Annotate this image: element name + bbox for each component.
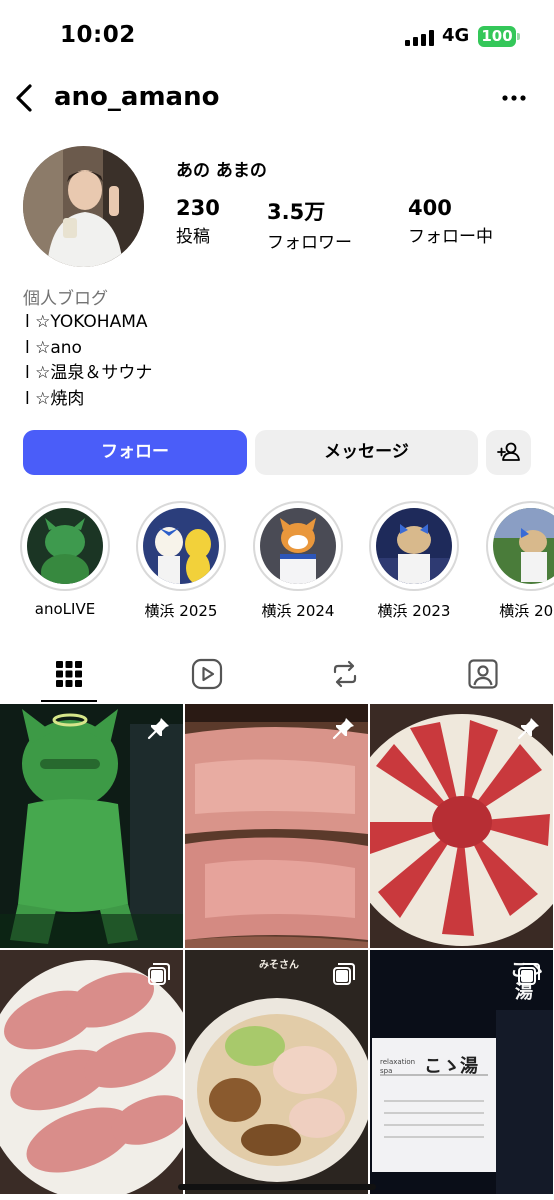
bio: l ☆YOKOHAMA l ☆ano l ☆温泉＆サウナ l ☆焼肉 bbox=[25, 310, 152, 412]
highlight-item[interactable]: anoLIVE bbox=[19, 501, 111, 618]
suggested-users-button[interactable] bbox=[486, 430, 531, 475]
post-thumbnail[interactable]: こゝ湯 こゝ湯 relaxation spa bbox=[370, 950, 553, 1194]
bio-line: l ☆焼肉 bbox=[25, 388, 85, 409]
pin-icon bbox=[332, 718, 354, 740]
reels-icon bbox=[191, 658, 223, 690]
tab-reposts[interactable] bbox=[276, 646, 414, 702]
status-time: 10:02 bbox=[60, 22, 136, 48]
bio-line: l ☆YOKOHAMA bbox=[25, 312, 148, 332]
tagged-icon bbox=[468, 659, 498, 689]
spa-panel-subtitle: relaxation spa bbox=[380, 1058, 416, 1075]
posts-count-value: 230 bbox=[176, 196, 220, 220]
following-count[interactable]: 400 フォロー中 bbox=[408, 196, 493, 247]
highlight-thumbnail bbox=[27, 508, 103, 584]
highlight-ring bbox=[369, 501, 459, 591]
followers-count[interactable]: 3.5万 フォロワー bbox=[267, 196, 352, 253]
tab-posts[interactable] bbox=[0, 646, 138, 702]
highlight-item[interactable]: 横浜 202 bbox=[485, 501, 554, 621]
post-thumbnail[interactable] bbox=[370, 704, 553, 948]
avatar[interactable] bbox=[23, 146, 144, 267]
post-thumbnail[interactable]: みそさん bbox=[185, 950, 368, 1194]
highlight-label: 横浜 2023 bbox=[377, 602, 451, 620]
followers-count-value: 3.5万 bbox=[267, 200, 326, 224]
highlight-ring bbox=[253, 501, 343, 591]
following-count-label: フォロー中 bbox=[408, 227, 493, 247]
highlight-thumbnail bbox=[260, 508, 336, 584]
reposts-icon bbox=[333, 660, 357, 688]
highlight-ring bbox=[136, 501, 226, 591]
back-icon[interactable] bbox=[10, 81, 40, 115]
display-name: あの あまの bbox=[176, 161, 267, 181]
network-type: 4G bbox=[442, 25, 470, 46]
posts-count-label: 投稿 bbox=[176, 227, 210, 247]
restaurant-sign: みそさん bbox=[259, 960, 299, 971]
following-count-value: 400 bbox=[408, 196, 452, 220]
post-thumbnail[interactable] bbox=[185, 704, 368, 948]
highlight-thumbnail bbox=[493, 508, 554, 584]
multi-image-icon bbox=[148, 963, 170, 985]
highlight-thumbnail bbox=[143, 508, 219, 584]
status-bar: 10:02 4G 100 bbox=[0, 0, 554, 74]
profile-header: ano_amano bbox=[0, 74, 554, 124]
multi-image-icon bbox=[518, 963, 540, 985]
highlight-item[interactable]: 横浜 2025 bbox=[135, 501, 227, 621]
highlight-item[interactable]: 横浜 2023 bbox=[368, 501, 460, 621]
profile-tabs bbox=[0, 646, 554, 702]
highlight-ring bbox=[20, 501, 110, 591]
more-options-icon[interactable] bbox=[498, 84, 530, 112]
highlight-thumbnail bbox=[376, 508, 452, 584]
posts-count[interactable]: 230 投稿 bbox=[176, 196, 220, 247]
follow-button[interactable]: フォロー bbox=[23, 430, 247, 475]
pin-icon bbox=[517, 718, 539, 740]
highlight-label: anoLIVE bbox=[34, 600, 96, 618]
bio-line: l ☆温泉＆サウナ bbox=[25, 363, 153, 383]
battery-tip bbox=[517, 33, 520, 40]
pin-icon bbox=[147, 718, 169, 740]
highlight-item[interactable]: 横浜 2024 bbox=[252, 501, 344, 621]
highlight-label: 横浜 2024 bbox=[261, 602, 335, 620]
battery-icon: 100 bbox=[478, 26, 516, 47]
followers-count-label: フォロワー bbox=[267, 233, 352, 253]
signal-icon bbox=[405, 30, 435, 46]
highlight-label: 横浜 202 bbox=[499, 602, 554, 620]
multi-image-icon bbox=[333, 963, 355, 985]
bio-line: l ☆ano bbox=[25, 337, 82, 358]
grid-icon bbox=[56, 661, 82, 687]
post-thumbnail[interactable] bbox=[0, 950, 183, 1194]
active-tab-indicator bbox=[41, 700, 97, 702]
home-indicator[interactable] bbox=[178, 1184, 376, 1190]
spa-panel-logo: こゝ湯 bbox=[424, 1056, 478, 1077]
tab-reels[interactable] bbox=[138, 646, 276, 702]
add-person-icon bbox=[497, 442, 520, 461]
post-thumbnail[interactable] bbox=[0, 704, 183, 948]
bio-category: 個人ブログ bbox=[23, 289, 108, 309]
highlight-ring bbox=[486, 501, 554, 591]
message-button[interactable]: メッセージ bbox=[255, 430, 478, 475]
page-title: ano_amano bbox=[54, 82, 220, 112]
highlight-label: 横浜 2025 bbox=[144, 602, 218, 620]
tab-tagged[interactable] bbox=[414, 646, 552, 702]
